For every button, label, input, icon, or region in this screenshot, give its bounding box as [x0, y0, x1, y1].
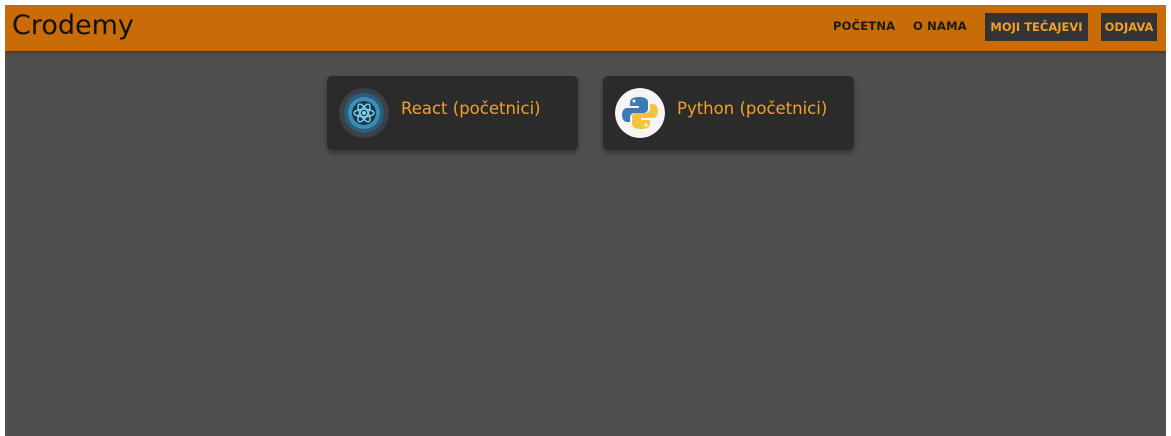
nav-link-home[interactable]: POČETNA — [833, 19, 895, 33]
brand-logo[interactable]: Crodemy — [12, 9, 134, 43]
my-courses-button[interactable]: MOJI TEČAJEVI — [985, 13, 1088, 41]
react-icon — [339, 88, 389, 138]
app-frame: Crodemy POČETNA O NAMA MOJI TEČAJEVI ODJ… — [5, 5, 1166, 436]
course-title: Python (početnici) — [677, 99, 828, 118]
python-icon — [615, 88, 665, 138]
nav-link-about[interactable]: O NAMA — [913, 19, 967, 33]
navbar: Crodemy POČETNA O NAMA MOJI TEČAJEVI ODJ… — [5, 5, 1166, 51]
course-card-react[interactable]: React (početnici) — [327, 76, 578, 150]
course-card-python[interactable]: Python (početnici) — [603, 76, 854, 150]
course-title: React (početnici) — [401, 99, 541, 118]
logout-button[interactable]: ODJAVA — [1101, 13, 1157, 41]
